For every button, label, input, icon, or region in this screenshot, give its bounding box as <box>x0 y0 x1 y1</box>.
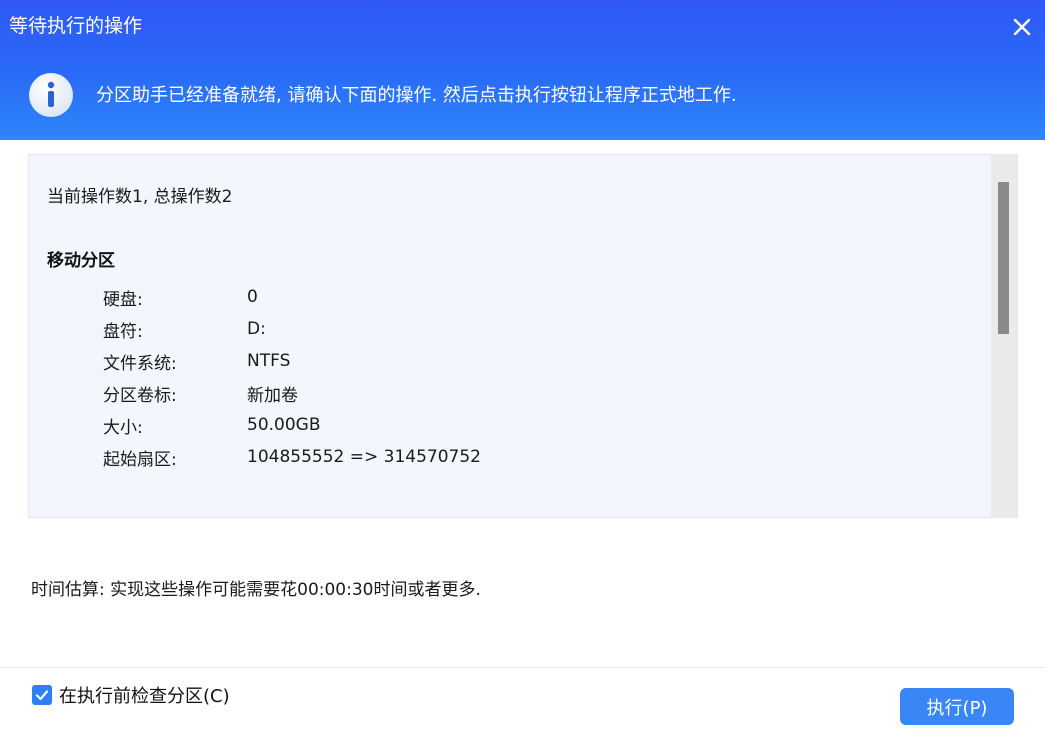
check-partition-label: 在执行前检查分区(C) <box>59 686 230 707</box>
vertical-scrollbar[interactable] <box>991 155 1017 517</box>
detail-value: 50.00GB <box>247 415 321 435</box>
close-button[interactable] <box>1009 14 1035 40</box>
detail-row: 文件系统: NTFS <box>103 345 481 377</box>
detail-label: 大小: <box>103 417 143 438</box>
check-partition-checkbox[interactable] <box>32 685 52 705</box>
detail-value: 0 <box>247 287 258 307</box>
dialog-header: 等待执行的操作 分区助手已经准备就绪, 请确认下面的操作. 然后点击执行按钮让程… <box>0 0 1045 140</box>
pending-operations-dialog: 等待执行的操作 分区助手已经准备就绪, 请确认下面的操作. 然后点击执行按钮让程… <box>0 0 1045 748</box>
check-before-execute-option[interactable]: 在执行前检查分区(C) <box>32 682 230 708</box>
detail-label: 硬盘: <box>103 289 143 310</box>
operation-title: 移动分区 <box>47 251 115 271</box>
info-icon <box>28 72 74 118</box>
detail-label: 起始扇区: <box>103 449 177 470</box>
scrollbar-thumb[interactable] <box>998 182 1009 334</box>
detail-label: 文件系统: <box>103 353 177 374</box>
operation-count: 当前操作数1, 总操作数2 <box>47 187 233 207</box>
detail-row: 大小: 50.00GB <box>103 409 481 441</box>
operation-details: 硬盘: 0 盘符: D: 文件系统: NTFS 分区卷标: 新加卷 大小: 50… <box>103 281 481 473</box>
checkmark-icon <box>35 690 49 701</box>
execute-button[interactable]: 执行(P) <box>900 688 1014 725</box>
dialog-title: 等待执行的操作 <box>9 15 143 37</box>
detail-label: 分区卷标: <box>103 385 177 406</box>
detail-value: 新加卷 <box>247 385 298 406</box>
detail-value: 104855552 => 314570752 <box>247 447 481 467</box>
detail-value: NTFS <box>247 351 291 371</box>
info-message: 分区助手已经准备就绪, 请确认下面的操作. 然后点击执行按钮让程序正式地工作. <box>96 85 737 106</box>
footer-divider <box>0 667 1045 668</box>
time-estimate: 时间估算: 实现这些操作可能需要花00:00:30时间或者更多. <box>31 580 481 600</box>
detail-row: 起始扇区: 104855552 => 314570752 <box>103 441 481 473</box>
operations-list: 当前操作数1, 总操作数2 移动分区 硬盘: 0 盘符: D: 文件系统: NT… <box>28 154 1018 518</box>
detail-row: 硬盘: 0 <box>103 281 481 313</box>
detail-row: 盘符: D: <box>103 313 481 345</box>
close-icon <box>1013 18 1031 36</box>
detail-row: 分区卷标: 新加卷 <box>103 377 481 409</box>
detail-label: 盘符: <box>103 321 143 342</box>
detail-value: D: <box>247 319 266 339</box>
